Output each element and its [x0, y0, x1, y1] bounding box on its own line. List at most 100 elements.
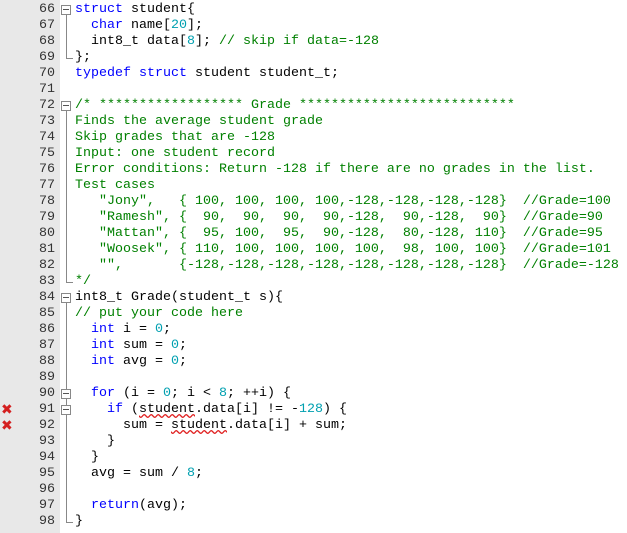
code-line[interactable]: 90 for (i = 0; i < 8; ++i) {	[0, 386, 627, 402]
number-token: 0	[171, 338, 179, 353]
code-text: char name[20];	[75, 18, 203, 34]
code-line[interactable]: 93 }	[0, 434, 627, 450]
fold-line	[66, 434, 67, 450]
comment-token: "Woosek", { 110, 100, 100, 100, 100, 98,…	[75, 242, 611, 257]
spelling-error-token: student	[170, 418, 227, 433]
code-line[interactable]: 87 int sum = 0;	[0, 338, 627, 354]
fold-line	[66, 114, 67, 130]
code-line[interactable]: 77 Test cases	[0, 178, 627, 194]
code-text: /* ****************** Grade ************…	[75, 98, 515, 114]
code-line[interactable]: 89	[0, 370, 627, 386]
code-line[interactable]: 91 ✖ if (student.data[i] != -128) {	[0, 402, 627, 418]
code-line[interactable]: 72 /* ****************** Grade **********…	[0, 98, 627, 114]
fold-line	[66, 34, 67, 50]
fold-line	[66, 306, 67, 322]
keyword-token: typedef struct	[75, 66, 187, 81]
line-number: 76	[39, 162, 55, 177]
code-token: ];	[194, 34, 219, 49]
code-token: (i =	[115, 386, 163, 401]
code-token: .data[i] != -	[195, 402, 299, 417]
fold-collapse-icon[interactable]	[61, 405, 71, 415]
code-text: sum = student.data[i] + sum;	[75, 418, 347, 434]
error-x-icon[interactable]: ✖	[1, 403, 13, 417]
code-text: int8_t Grade(student_t s){	[75, 290, 283, 306]
code-token: .data[i] + sum;	[226, 418, 347, 433]
line-number: 96	[39, 482, 55, 497]
fold-end-icon	[66, 50, 73, 59]
code-token: (avg);	[139, 498, 187, 513]
fold-collapse-icon[interactable]	[61, 293, 71, 303]
fold-collapse-icon[interactable]	[61, 5, 71, 15]
code-line[interactable]: 68 int8_t data[8]; // skip if data=-128	[0, 34, 627, 50]
fold-line	[66, 226, 67, 242]
line-number: 87	[39, 338, 55, 353]
number-token: 0	[171, 354, 179, 369]
code-token: name[	[123, 18, 171, 33]
error-x-icon[interactable]: ✖	[1, 419, 13, 433]
code-line[interactable]: 79 "Ramesh", { 90, 90, 90, 90,-128, 90,-…	[0, 210, 627, 226]
keyword-token: int	[91, 354, 115, 369]
line-number: 98	[39, 514, 55, 529]
code-line[interactable]: 83 */	[0, 274, 627, 290]
fold-line	[66, 146, 67, 162]
code-line[interactable]: 95 avg = sum / 8;	[0, 466, 627, 482]
code-editor[interactable]: 66 struct student{67 char name[20]; 68 int…	[0, 2, 627, 530]
code-line[interactable]: 81 "Woosek", { 110, 100, 100, 100, 100, …	[0, 242, 627, 258]
fold-line	[66, 354, 67, 370]
fold-line	[66, 194, 67, 210]
code-line[interactable]: 71	[0, 82, 627, 98]
code-line[interactable]: 94 }	[0, 450, 627, 466]
code-text: }	[75, 434, 115, 450]
code-line[interactable]: 88 int avg = 0;	[0, 354, 627, 370]
fold-collapse-icon[interactable]	[61, 389, 71, 399]
line-number: 77	[39, 178, 55, 193]
fold-line	[66, 418, 67, 434]
code-token: student student_t;	[186, 66, 339, 81]
code-line[interactable]: 74 Skip grades that are -128	[0, 130, 627, 146]
fold-line	[66, 242, 67, 258]
code-token: int8_t Grade(student_t s){	[75, 290, 283, 305]
code-line[interactable]: 96	[0, 482, 627, 498]
code-text: Test cases	[75, 178, 155, 194]
code-text: "Woosek", { 110, 100, 100, 100, 100, 98,…	[75, 242, 611, 258]
code-line[interactable]: 76 Error conditions: Return -128 if there…	[0, 162, 627, 178]
code-text: int avg = 0;	[75, 354, 187, 370]
comment-token: /* ****************** Grade ************…	[75, 98, 515, 113]
code-line[interactable]: 86 int i = 0;	[0, 322, 627, 338]
code-line[interactable]: 92 ✖ sum = student.data[i] + sum;	[0, 418, 627, 434]
code-line[interactable]: 82 "", {-128,-128,-128,-128,-128,-128,-1…	[0, 258, 627, 274]
number-token: 20	[171, 18, 187, 33]
number-token: 8	[186, 34, 195, 49]
code-line[interactable]: 67 char name[20];	[0, 18, 627, 34]
code-line[interactable]: 73 Finds the average student grade	[0, 114, 627, 130]
code-text: Finds the average student grade	[75, 114, 323, 130]
line-number: 90	[39, 386, 55, 401]
line-number: 79	[39, 210, 55, 225]
code-line[interactable]: 84 int8_t Grade(student_t s){	[0, 290, 627, 306]
code-line[interactable]: 66 struct student{	[0, 2, 627, 18]
line-number: 73	[39, 114, 55, 129]
code-line[interactable]: 98}	[0, 514, 627, 530]
comment-token: // put your code here	[75, 306, 243, 321]
code-token: ) {	[322, 402, 347, 417]
fold-line	[66, 18, 67, 34]
line-number: 70	[39, 66, 55, 81]
code-line[interactable]: 85 // put your code here	[0, 306, 627, 322]
code-line[interactable]: 70 typedef struct student student_t;	[0, 66, 627, 82]
code-token: sum =	[75, 418, 171, 433]
line-number: 85	[39, 306, 55, 321]
line-number: 94	[39, 450, 55, 465]
code-line[interactable]: 75 Input: one student record	[0, 146, 627, 162]
code-token: };	[75, 50, 91, 65]
code-line[interactable]: 80 "Mattan", { 95, 100, 95, 90,-128, 80,…	[0, 226, 627, 242]
code-line[interactable]: 97 return(avg);	[0, 498, 627, 514]
fold-collapse-icon[interactable]	[61, 101, 71, 111]
code-line[interactable]: 69};	[0, 50, 627, 66]
code-line[interactable]: 78 "Jony", { 100, 100, 100, 100,-128,-12…	[0, 194, 627, 210]
code-text: int sum = 0;	[75, 338, 187, 354]
line-number: 93	[39, 434, 55, 449]
keyword-token: if	[107, 402, 123, 417]
